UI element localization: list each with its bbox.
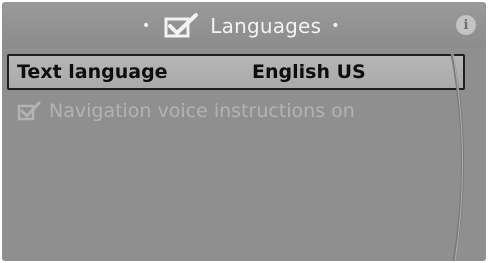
list-item-text-language[interactable]: Text language English US (7, 54, 465, 90)
title-dot-left: • (142, 18, 151, 34)
navigation-voice-label: Navigation voice instructions on (49, 100, 355, 122)
checkbox-tick-icon (164, 13, 199, 38)
info-icon-label: i (463, 17, 469, 33)
title-bar: • Languages • i (2, 2, 486, 48)
page-title: Languages (210, 14, 322, 38)
list-item-navigation-voice: Navigation voice instructions on (7, 94, 439, 128)
text-language-value: English US (252, 61, 366, 83)
title-group: • Languages • (142, 12, 339, 40)
info-icon[interactable]: i (456, 15, 476, 35)
languages-screen: • Languages • i Text language English US… (2, 2, 486, 261)
text-language-label: Text language (17, 61, 168, 83)
checked-box-icon (17, 101, 41, 121)
settings-list: Text language English US Navigation voic… (7, 54, 465, 259)
scroll-arc (450, 54, 465, 261)
title-dot-right: • (331, 18, 340, 34)
